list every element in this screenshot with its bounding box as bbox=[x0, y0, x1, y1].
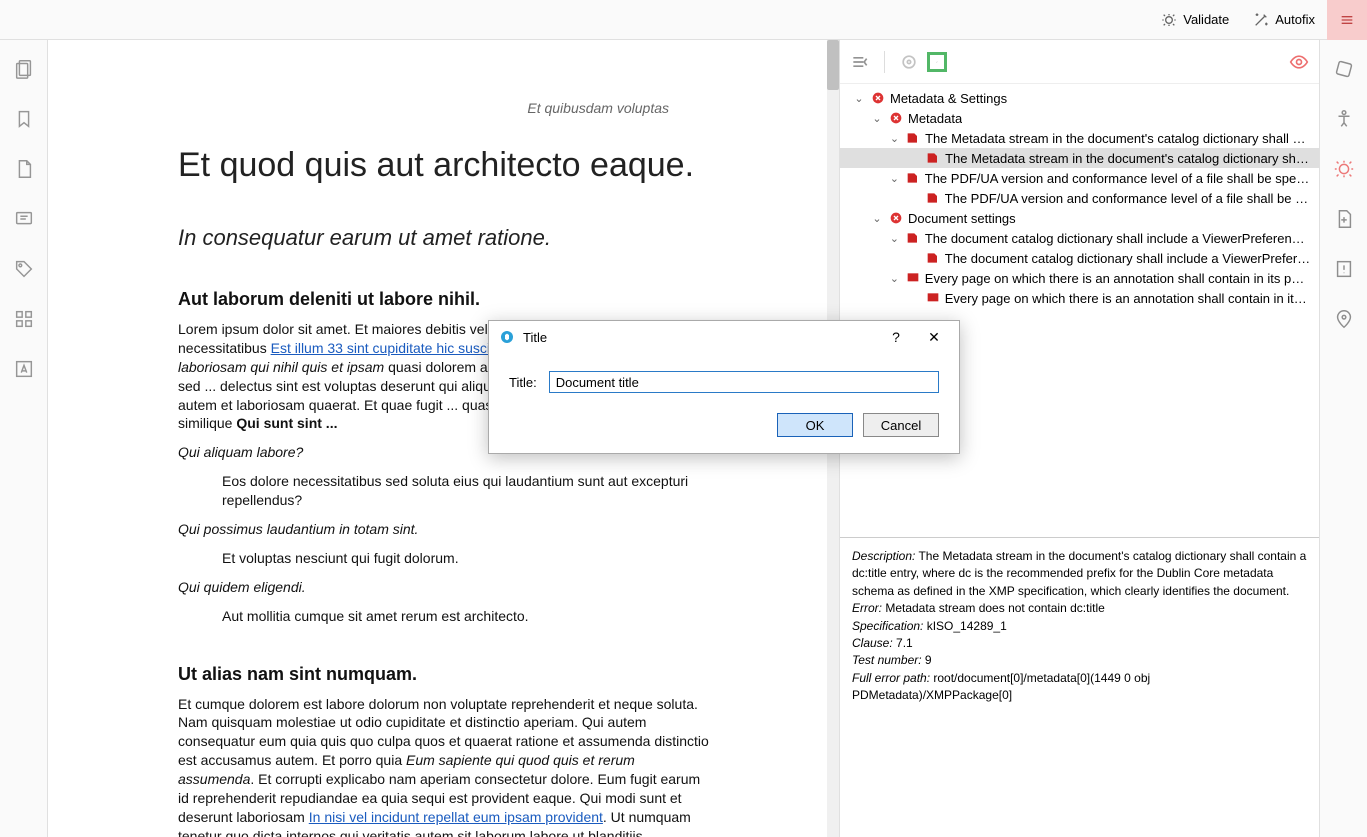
pages-icon[interactable] bbox=[13, 58, 35, 80]
left-rail bbox=[0, 40, 48, 837]
collapse-icon[interactable] bbox=[850, 52, 870, 72]
tree-meta-err[interactable]: The Metadata stream in the document's ca… bbox=[840, 148, 1319, 168]
tree-pdfua-err[interactable]: The PDF/UA version and conformance level… bbox=[840, 188, 1319, 208]
tree-meta-rule[interactable]: ⌄The Metadata stream in the document's c… bbox=[840, 128, 1319, 148]
new-doc-icon[interactable] bbox=[1333, 208, 1355, 230]
grid-icon[interactable] bbox=[13, 308, 35, 330]
doc-qa2: Qui possimus laudantium in totam sint. bbox=[178, 520, 709, 539]
wand-icon bbox=[1253, 12, 1269, 28]
validation-tree: ⌄Metadata & Settings ⌄Metadata ⌄The Meta… bbox=[840, 84, 1319, 537]
tree-root[interactable]: ⌄Metadata & Settings bbox=[840, 88, 1319, 108]
doc-h3b: Ut alias nam sint numquam. bbox=[178, 664, 709, 685]
right-rail bbox=[1319, 40, 1367, 837]
title-input[interactable] bbox=[549, 371, 939, 393]
tree-annot-rule[interactable]: ⌄Every page on which there is an annotat… bbox=[840, 268, 1319, 288]
doc-qa1a: Eos dolore necessitatibus sed soluta eiu… bbox=[222, 472, 709, 510]
tree-ds-rule[interactable]: ⌄The document catalog dictionary shall i… bbox=[840, 228, 1319, 248]
doc-h2: In consequatur earum ut amet ratione. bbox=[178, 225, 709, 251]
tree-docsettings[interactable]: ⌄Document settings bbox=[840, 208, 1319, 228]
doc-h1: Et quod quis aut architecto eaque. bbox=[178, 146, 709, 185]
menu-button[interactable] bbox=[1327, 0, 1367, 40]
doc-link1[interactable]: Est illum 33 sint cupiditate hic suscipi… bbox=[271, 340, 505, 356]
target-icon[interactable] bbox=[899, 52, 919, 72]
tree-metadata[interactable]: ⌄Metadata bbox=[840, 108, 1319, 128]
cancel-button[interactable]: Cancel bbox=[863, 413, 939, 437]
panel-toolbar bbox=[840, 40, 1319, 84]
tag-icon[interactable] bbox=[13, 258, 35, 280]
doc-para2: Et cumque dolorem est labore dolorum non… bbox=[178, 695, 709, 837]
tree-annot-err[interactable]: Every page on which there is an annotati… bbox=[840, 288, 1319, 308]
location-icon[interactable] bbox=[1333, 308, 1355, 330]
autofix-button[interactable]: Autofix bbox=[1241, 0, 1327, 40]
tree-pdfua-rule[interactable]: ⌄The PDF/UA version and conformance leve… bbox=[840, 168, 1319, 188]
page-header-right: Et quibusdam voluptas bbox=[178, 100, 709, 116]
document-icon[interactable] bbox=[13, 158, 35, 180]
title-label: Title: bbox=[509, 375, 537, 390]
menu-icon bbox=[1339, 12, 1355, 28]
dialog-title: Title bbox=[523, 330, 547, 345]
topbar: Validate Autofix bbox=[0, 0, 1367, 40]
doc-qa3a: Aut mollitia cumque sit amet rerum est a… bbox=[222, 607, 709, 626]
doc-qa3: Qui quidem eligendi. bbox=[178, 578, 709, 597]
doc-h3a: Aut laborum deleniti ut labore nihil. bbox=[178, 289, 709, 310]
autofix-label: Autofix bbox=[1275, 12, 1315, 27]
comment-icon[interactable] bbox=[13, 208, 35, 230]
title-dialog: Title ? ✕ Title: OK Cancel bbox=[488, 320, 960, 454]
rotate-icon[interactable] bbox=[1333, 58, 1355, 80]
tree-ds-err[interactable]: The document catalog dictionary shall in… bbox=[840, 248, 1319, 268]
bug-icon bbox=[1161, 12, 1177, 28]
detail-pane: Description: The Metadata stream in the … bbox=[840, 537, 1319, 837]
dialog-titlebar[interactable]: Title ? ✕ bbox=[489, 321, 959, 353]
validation-icon[interactable] bbox=[1333, 158, 1355, 180]
bookmark-icon[interactable] bbox=[13, 108, 35, 130]
warning-doc-icon[interactable] bbox=[1333, 258, 1355, 280]
validate-label: Validate bbox=[1183, 12, 1229, 27]
ok-button[interactable]: OK bbox=[777, 413, 853, 437]
edit-icon[interactable] bbox=[927, 52, 947, 72]
doc-link2[interactable]: In nisi vel incidunt repellat eum ipsam … bbox=[309, 809, 603, 825]
help-button[interactable]: ? bbox=[881, 329, 911, 345]
font-icon[interactable] bbox=[13, 358, 35, 380]
eye-icon[interactable] bbox=[1289, 52, 1309, 72]
doc-qa2a: Et voluptas nesciunt qui fugit dolorum. bbox=[222, 549, 709, 568]
close-button[interactable]: ✕ bbox=[919, 329, 949, 346]
validate-button[interactable]: Validate bbox=[1149, 0, 1241, 40]
accessibility-icon[interactable] bbox=[1333, 108, 1355, 130]
app-icon bbox=[499, 329, 515, 345]
